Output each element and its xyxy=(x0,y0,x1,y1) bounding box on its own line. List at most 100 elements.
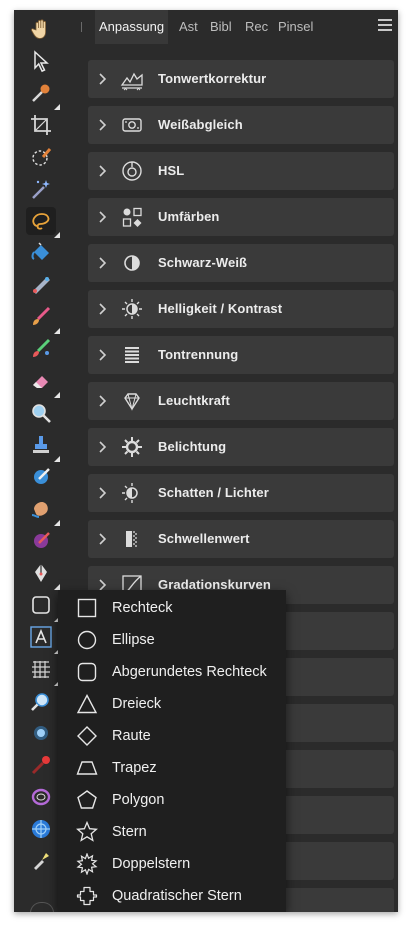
shape-label: Trapez xyxy=(112,760,157,776)
chevron-right-icon xyxy=(99,165,107,177)
adjustment-helligkeit-kontrast[interactable]: Helligkeit / Kontrast xyxy=(88,290,394,328)
shape-item-polygon[interactable]: Polygon xyxy=(58,784,286,816)
chevron-right-icon xyxy=(99,257,107,269)
shape-item-raute[interactable]: Raute xyxy=(58,720,286,752)
tab-bibl[interactable]: Bibl xyxy=(210,10,232,44)
gradient-tool[interactable] xyxy=(26,271,56,299)
lasso-icon xyxy=(32,213,50,230)
shape-item-abgerundetes-rechteck[interactable]: Abgerundetes Rechteck xyxy=(58,656,286,688)
adjustment-schwellenwert[interactable]: Schwellenwert xyxy=(88,520,394,558)
crop-icon xyxy=(31,115,51,135)
mesh-warp-tool[interactable] xyxy=(26,655,60,686)
shape-item-doppelstern[interactable]: Doppelstern xyxy=(58,848,286,880)
panel-grip[interactable] xyxy=(81,22,82,32)
chevron-right-icon xyxy=(99,533,107,545)
red-eye-tool[interactable] xyxy=(26,751,56,779)
adjustment-label: Tontrennung xyxy=(158,347,239,362)
zoom-lens-tool[interactable] xyxy=(26,687,56,715)
adjustment-hsl[interactable]: HSL xyxy=(88,152,394,190)
adjustment-label: Helligkeit / Kontrast xyxy=(158,301,283,316)
double-star-icon xyxy=(76,853,98,875)
lasso-ring-tool[interactable] xyxy=(26,783,56,811)
shape-item-stern[interactable]: Stern xyxy=(58,816,286,848)
adjustment-schwarz-weiss[interactable]: Schwarz-Weiß xyxy=(88,244,394,282)
adjustment-label: Belichtung xyxy=(158,439,227,454)
zoom-tool[interactable] xyxy=(26,399,56,427)
ellipse-icon xyxy=(77,630,97,650)
recolor-icon xyxy=(122,207,142,227)
tab-rec[interactable]: Rec xyxy=(245,10,268,44)
color-picker-tool[interactable] xyxy=(26,79,60,110)
burn-icon xyxy=(34,532,50,548)
pen-tool[interactable] xyxy=(26,559,60,590)
shape-item-trapez[interactable]: Trapez xyxy=(58,752,286,784)
adjustment-tontrennung[interactable]: Tontrennung xyxy=(88,336,394,374)
selection-brush-icon xyxy=(32,148,52,166)
tab-ast[interactable]: Ast xyxy=(179,10,198,44)
square-star-icon xyxy=(76,886,98,906)
erase-brush-tool[interactable] xyxy=(26,367,60,398)
panel-tab-bar: Anpassung Ast Bibl Rec Pinsel xyxy=(72,10,398,44)
shape-item-dreieck[interactable]: Dreieck xyxy=(58,688,286,720)
panel-menu-icon[interactable] xyxy=(378,19,392,33)
smudge-finger-icon xyxy=(31,501,48,518)
eraser-icon xyxy=(33,376,48,388)
paint-mixer-brush-tool[interactable] xyxy=(26,335,56,363)
eyedropper-icon xyxy=(32,84,50,102)
artistic-text-tool[interactable] xyxy=(26,623,60,654)
adjustment-tonwertkorrektur[interactable]: Tonwertkorrektur xyxy=(88,60,394,98)
adjustment-umfaerben[interactable]: Umfärben xyxy=(88,198,394,236)
brightness-contrast-icon xyxy=(122,299,142,319)
rounded-square-icon xyxy=(32,596,50,614)
adjustment-label: Umfärben xyxy=(158,209,220,224)
crop-tool[interactable] xyxy=(26,111,56,139)
tab-anpassung[interactable]: Anpassung xyxy=(95,10,169,44)
adjustment-label: Schatten / Lichter xyxy=(158,485,269,500)
adjustment-schatten-lichter[interactable]: Schatten / Lichter xyxy=(88,474,394,512)
lens-icon xyxy=(31,693,49,711)
adjustment-leuchtkraft[interactable]: Leuchtkraft xyxy=(88,382,394,420)
shape-item-ellipse[interactable]: Ellipse xyxy=(58,624,286,656)
flashlight-tool[interactable] xyxy=(26,847,56,875)
blur-brush-tool[interactable] xyxy=(26,719,56,747)
rectangle-tool[interactable] xyxy=(26,591,60,622)
burn-brush-tool[interactable] xyxy=(26,527,56,555)
gradient-icon xyxy=(33,277,50,294)
mesh-grid-icon xyxy=(32,661,50,678)
adjustment-label: Schwarz-Weiß xyxy=(158,255,248,270)
chevron-right-icon xyxy=(99,487,107,499)
adjustment-label: Leuchtkraft xyxy=(158,393,230,408)
view-tool[interactable] xyxy=(26,15,56,43)
pen-nib-icon xyxy=(35,564,47,582)
adjustment-label: Tonwertkorrektur xyxy=(158,71,267,86)
shape-label: Dreieck xyxy=(112,696,162,712)
freehand-selection-tool[interactable] xyxy=(26,207,60,238)
photo-app-window: Anpassung Ast Bibl Rec Pinsel Tonwertkor… xyxy=(14,10,398,912)
adjustment-label: HSL xyxy=(158,163,185,178)
tab-pinsel[interactable]: Pinsel xyxy=(278,10,313,44)
flood-select-tool[interactable] xyxy=(26,175,56,203)
adjustment-weissabgleich[interactable]: Weißabgleich xyxy=(88,106,394,144)
vibrance-icon xyxy=(124,393,140,411)
shape-item-quadratischer-stern[interactable]: Quadratischer Stern xyxy=(58,880,286,912)
move-tool[interactable] xyxy=(26,47,56,75)
selection-brush-tool[interactable] xyxy=(26,143,56,171)
clone-brush-tool[interactable] xyxy=(26,431,60,462)
threshold-icon xyxy=(126,531,137,547)
dodge-brush-tool[interactable] xyxy=(26,463,56,491)
paint-brush-tool[interactable] xyxy=(26,303,60,334)
liquify-sphere-icon xyxy=(32,820,50,838)
smudge-brush-tool[interactable] xyxy=(26,495,60,526)
blur-drop-icon xyxy=(34,726,48,740)
shape-label: Polygon xyxy=(112,792,165,808)
hand-icon xyxy=(31,19,46,39)
shape-item-rechteck[interactable]: Rechteck xyxy=(58,592,286,624)
liquify-tool[interactable] xyxy=(26,815,56,843)
adjustment-belichtung[interactable]: Belichtung xyxy=(88,428,394,466)
triangle-icon xyxy=(76,694,98,714)
shape-label: Rechteck xyxy=(112,600,173,616)
diamond-icon xyxy=(77,726,97,746)
rounded-rectangle-icon xyxy=(77,662,97,682)
posterize-icon xyxy=(125,347,139,363)
flood-fill-tool[interactable] xyxy=(26,239,56,267)
